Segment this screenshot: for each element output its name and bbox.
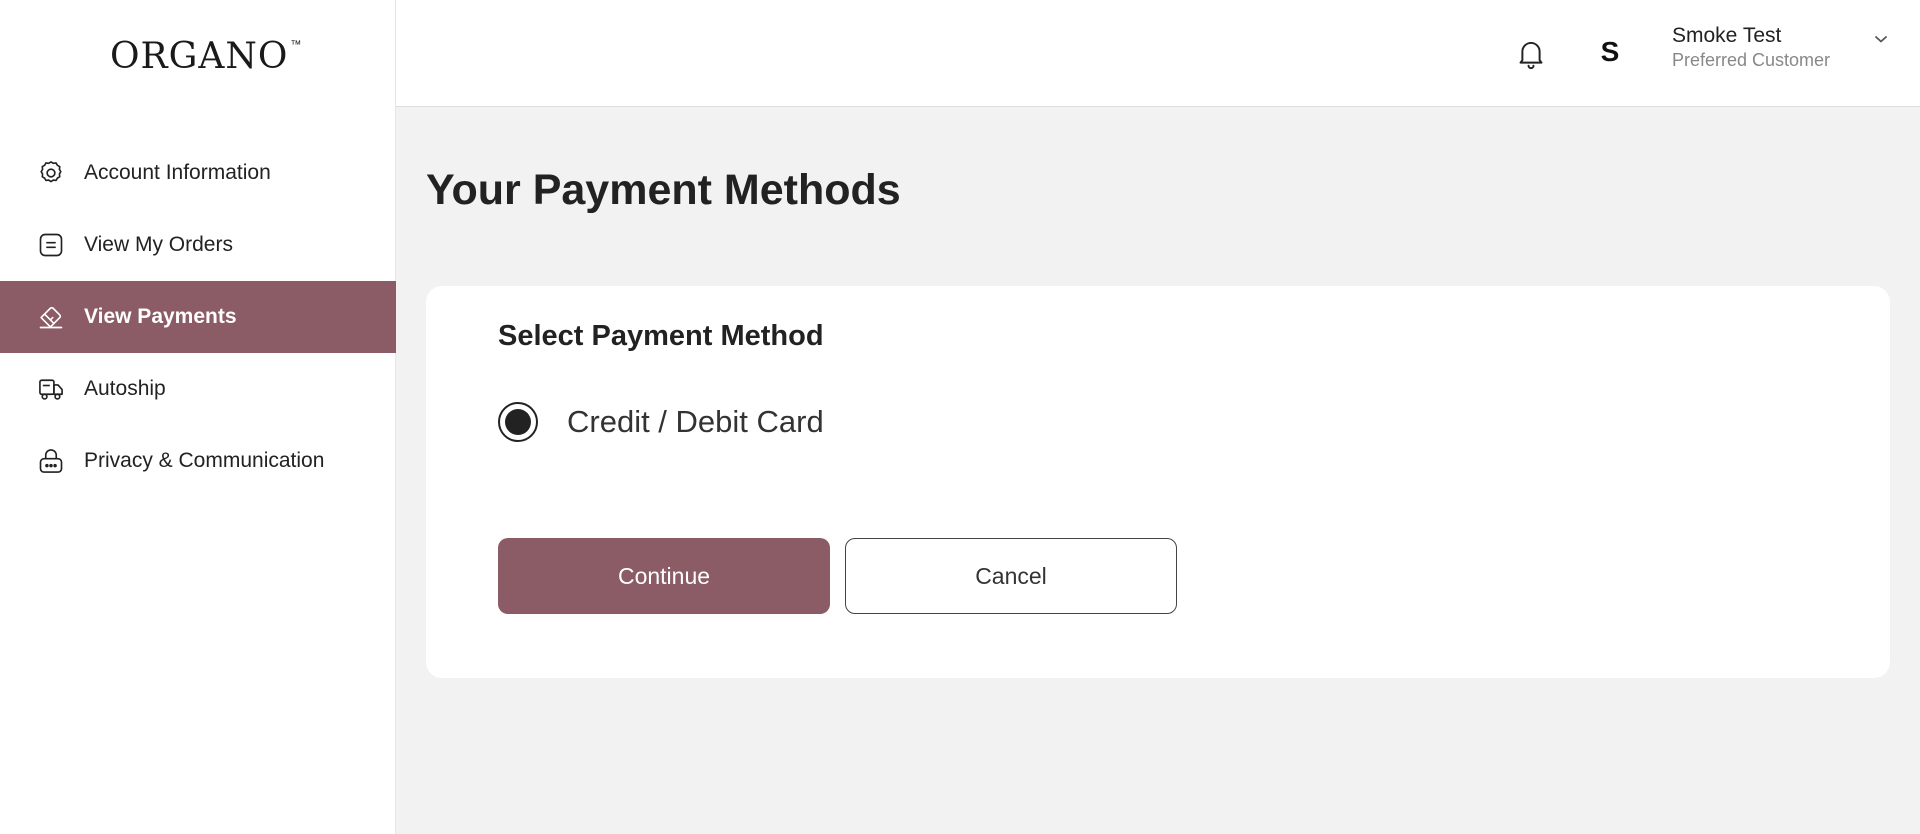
payment-option-label: Credit / Debit Card [567, 404, 824, 439]
payment-method-card: Select Payment Method Credit / Debit Car… [426, 286, 1890, 678]
radio-button[interactable] [498, 402, 538, 442]
user-name: Smoke Test [1672, 24, 1782, 47]
top-header: S Smoke Test Preferred Customer [396, 0, 1920, 107]
bell-icon [1519, 41, 1543, 70]
continue-button[interactable]: Continue [498, 538, 830, 614]
user-menu[interactable]: Smoke Test Preferred Customer [1672, 24, 1830, 71]
user-role: Preferred Customer [1672, 50, 1831, 70]
user-menu-toggle[interactable] [1872, 30, 1890, 48]
sidebar: ORGANO ™ Account Information View My Ord… [0, 0, 396, 834]
sidebar-item-privacy-communication[interactable]: Privacy & Communication [0, 425, 396, 497]
orders-icon [36, 230, 66, 260]
page-title: Your Payment Methods [426, 166, 901, 214]
sidebar-item-autoship[interactable]: Autoship [0, 353, 396, 425]
sidebar-item-label: View Payments [84, 305, 237, 328]
avatar[interactable]: S [1592, 34, 1628, 70]
sidebar-item-view-my-orders[interactable]: View My Orders [0, 209, 396, 281]
payment-icon [36, 302, 66, 332]
truck-icon [36, 374, 66, 404]
app-root: ORGANO ™ Account Information View My Ord… [0, 0, 1920, 834]
logo-trademark: ™ [290, 39, 303, 51]
lock-icon [36, 446, 66, 476]
card-title: Select Payment Method [498, 320, 824, 352]
radio-selected-dot [505, 409, 531, 435]
sidebar-item-label: Autoship [84, 377, 166, 400]
sidebar-item-label: View My Orders [84, 233, 233, 256]
organo-logo[interactable]: ORGANO ™ [110, 36, 302, 77]
payment-option-credit-debit-card[interactable]: Credit / Debit Card [498, 402, 824, 442]
cancel-button[interactable]: Cancel [845, 538, 1177, 614]
chevron-down-icon [1875, 36, 1887, 43]
sidebar-item-view-payments[interactable]: View Payments [0, 281, 396, 353]
sidebar-item-account-information[interactable]: Account Information [0, 137, 396, 209]
notification-bell-button[interactable] [1516, 38, 1546, 70]
gear-icon [36, 158, 66, 188]
sidebar-nav: Account Information View My Orders View … [0, 137, 396, 497]
logo-text: ORGANO [110, 36, 289, 77]
sidebar-item-label: Privacy & Communication [84, 449, 325, 472]
sidebar-item-label: Account Information [84, 161, 271, 184]
